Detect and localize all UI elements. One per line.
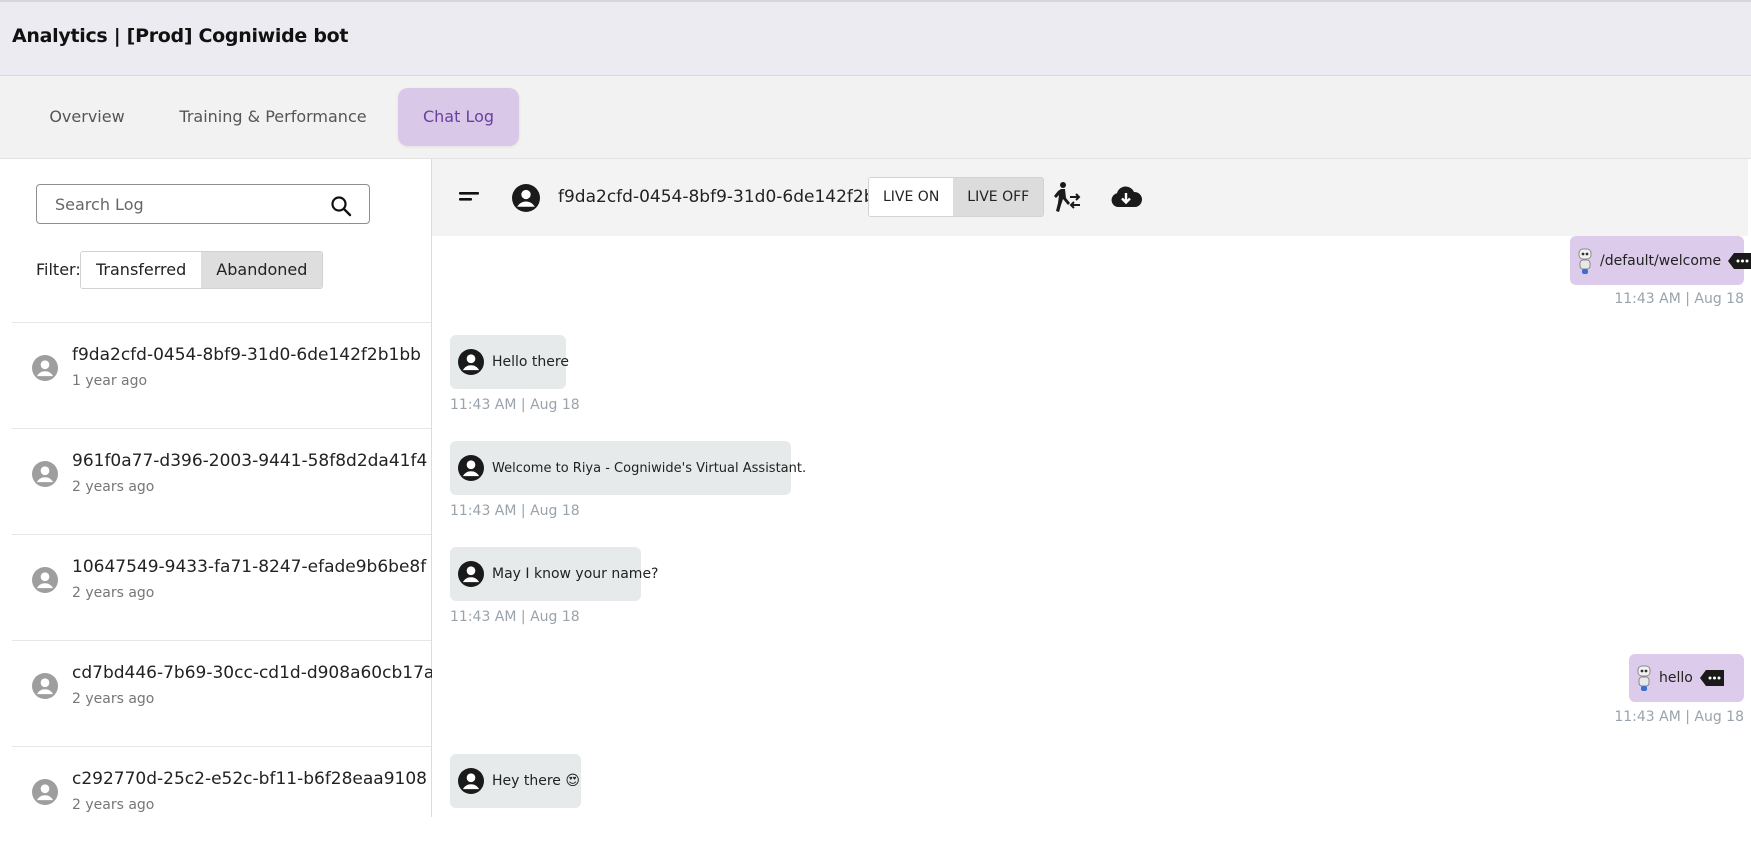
user-avatar-icon [458, 455, 484, 481]
live-toggle: LIVE ON LIVE OFF [868, 177, 1045, 217]
page-title: Analytics | [Prod] Cogniwide bot [12, 25, 349, 47]
user-avatar-icon [458, 561, 484, 587]
message-text: /default/welcome [1600, 252, 1722, 269]
session-id: 961f0a77-d396-2003-9441-58f8d2da41f4 [72, 451, 428, 471]
message-timestamp: 11:43 AM | Aug 18 [450, 503, 580, 519]
tab-training-performance[interactable]: Training & Performance [170, 88, 376, 146]
message-text: Hey there 😍 [492, 773, 580, 789]
session-item[interactable]: cd7bd446-7b69-30cc-cd1d-d908a60cb17a 2 y… [12, 640, 435, 746]
session-age: 2 years ago [72, 797, 155, 813]
message-text: Hello there [492, 354, 569, 370]
user-avatar-icon [32, 355, 58, 381]
message-timestamp: 11:43 AM | Aug 18 [450, 609, 580, 625]
filter-label: Filter: [36, 260, 81, 279]
chat-header: f9da2cfd-0454-8bf9-31d0-6de142f2b1bb LIV… [432, 159, 1748, 236]
user-message: Hello there [450, 335, 569, 389]
bot-message: /default/welcome [1570, 236, 1751, 285]
chat-panel: f9da2cfd-0454-8bf9-31d0-6de142f2b1bb LIV… [432, 159, 1751, 817]
bot-avatar-icon [1637, 665, 1651, 691]
user-avatar-icon [32, 779, 58, 805]
live-on-button[interactable]: LIVE ON [869, 178, 954, 216]
chat-log-sidebar: Filter: Transferred Abandoned f9da2cfd-0… [12, 159, 434, 817]
session-age: 1 year ago [72, 373, 148, 389]
bot-avatar-icon [1578, 248, 1592, 274]
message-timestamp: 11:43 AM | Aug 18 [450, 397, 580, 413]
session-id: 10647549-9433-fa71-8247-efade9b6be8f [72, 557, 427, 577]
message-list: /default/welcome 11:43 AM | Aug 18 Hello… [432, 236, 1751, 817]
session-id: f9da2cfd-0454-8bf9-31d0-6de142f2b1bb [72, 345, 421, 365]
filter-transferred-button[interactable]: Transferred [81, 252, 202, 288]
user-message: Hey there 😍 [450, 754, 581, 808]
search-input[interactable] [38, 186, 318, 222]
user-avatar-icon [32, 461, 58, 487]
session-age: 2 years ago [72, 585, 155, 601]
session-id: cd7bd446-7b69-30cc-cd1d-d908a60cb17a [72, 663, 435, 683]
user-message: May I know your name? [450, 547, 658, 601]
title-bar: Analytics | [Prod] Cogniwide bot [0, 0, 1751, 76]
filter-abandoned-button[interactable]: Abandoned [201, 252, 323, 288]
tab-chat-log[interactable]: Chat Log [398, 88, 519, 146]
user-avatar-icon [32, 567, 58, 593]
bot-message: hello [1629, 654, 1744, 702]
transfer-agent-icon[interactable] [1052, 181, 1082, 213]
message-text: hello [1659, 670, 1693, 686]
search-icon[interactable] [329, 194, 353, 218]
cloud-download-icon[interactable] [1110, 183, 1142, 211]
menu-icon[interactable] [458, 186, 480, 208]
intent-tag-icon[interactable] [1727, 252, 1751, 270]
session-age: 2 years ago [72, 479, 155, 495]
user-avatar-icon [458, 349, 484, 375]
filter-toggle: Transferred Abandoned [80, 251, 324, 289]
session-id: c292770d-25c2-e52c-bf11-b6f28eaa9108 [72, 769, 427, 789]
session-item[interactable]: 961f0a77-d396-2003-9441-58f8d2da41f4 2 y… [12, 428, 431, 534]
chat-session-id: f9da2cfd-0454-8bf9-31d0-6de142f2b1bb [558, 187, 907, 207]
live-off-button[interactable]: LIVE OFF [953, 178, 1044, 216]
intent-tag-icon[interactable] [1699, 669, 1725, 687]
session-item[interactable]: 10647549-9433-fa71-8247-efade9b6be8f 2 y… [12, 534, 431, 640]
tab-overview[interactable]: Overview [30, 88, 144, 146]
user-message: Welcome to Riya - Cogniwide's Virtual As… [450, 441, 806, 495]
message-timestamp: 11:43 AM | Aug 18 [1614, 709, 1744, 725]
tab-bar: Overview Training & Performance Chat Log [0, 76, 1751, 159]
user-account-icon [512, 184, 540, 212]
message-timestamp: 11:43 AM | Aug 18 [1614, 291, 1744, 307]
user-avatar-icon [32, 673, 58, 699]
session-item[interactable]: f9da2cfd-0454-8bf9-31d0-6de142f2b1bb 1 y… [12, 322, 431, 428]
session-age: 2 years ago [72, 691, 155, 707]
session-list: f9da2cfd-0454-8bf9-31d0-6de142f2b1bb 1 y… [12, 322, 435, 852]
session-item[interactable]: c292770d-25c2-e52c-bf11-b6f28eaa9108 2 y… [12, 746, 431, 852]
message-text: Welcome to Riya - Cogniwide's Virtual As… [492, 460, 807, 476]
user-avatar-icon [458, 768, 484, 794]
message-text: May I know your name? [492, 566, 659, 582]
search-box [36, 184, 370, 224]
